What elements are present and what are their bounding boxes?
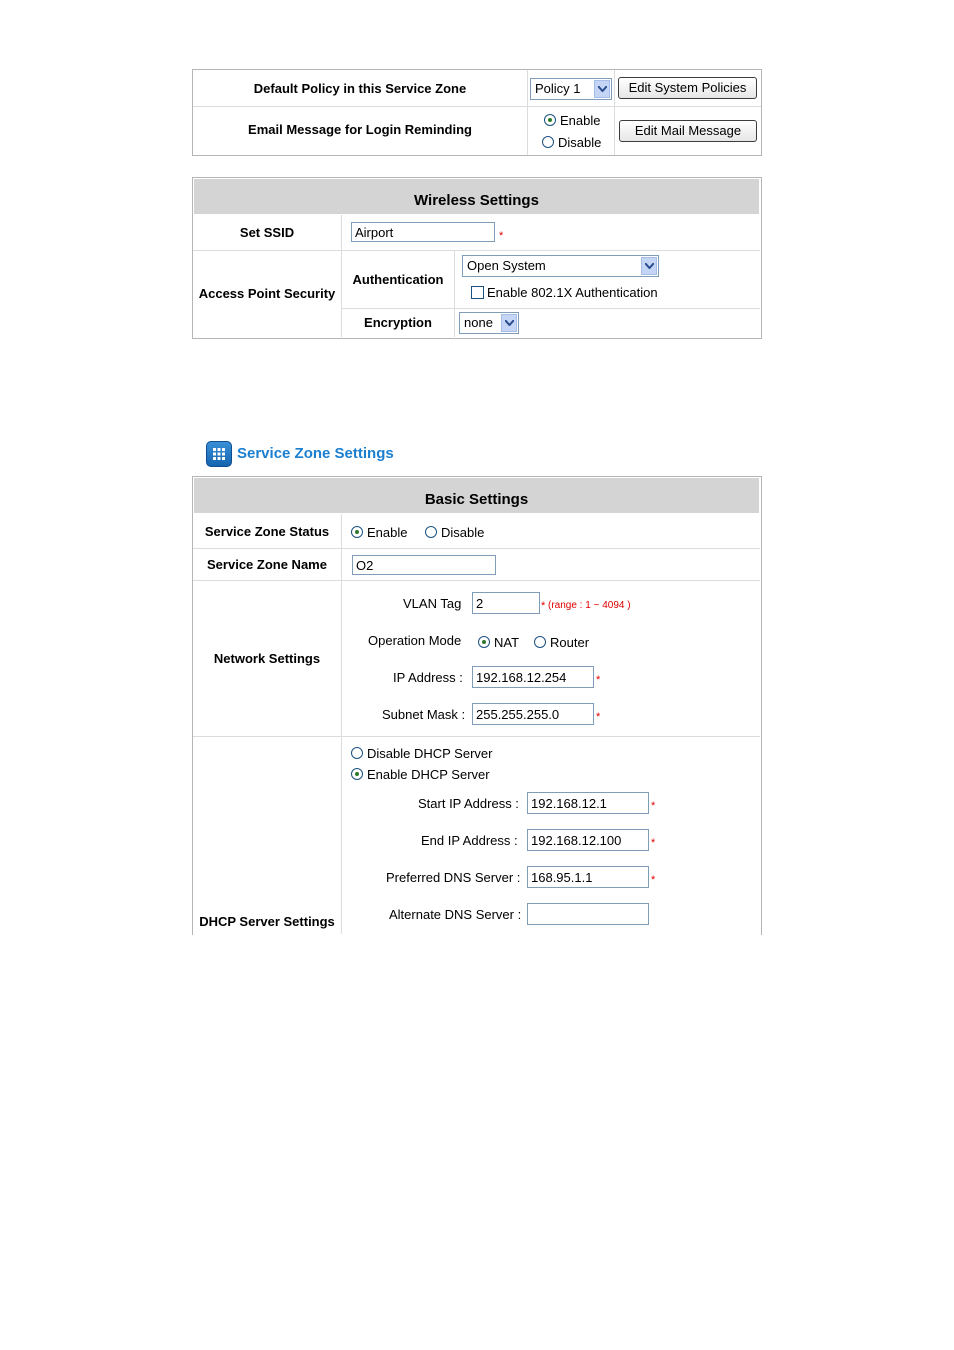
divider [193, 580, 760, 581]
email-enable-label: Enable [560, 113, 601, 128]
disable-dhcp-radio[interactable] [351, 747, 363, 759]
network-settings-label: Network Settings [213, 651, 321, 666]
wireless-settings-header: Wireless Settings [194, 179, 759, 214]
zone-status-disable-label: Disable [441, 525, 485, 540]
vlan-tag-input[interactable] [472, 592, 540, 614]
authentication-label: Authentication [352, 272, 444, 287]
encryption-label: Encryption [364, 315, 432, 330]
service-zone-icon [206, 441, 232, 467]
zone-status-enable-radio[interactable] [351, 526, 363, 538]
default-policy-label: Default Policy in this Service Zone [253, 81, 467, 96]
email-disable-radio[interactable] [542, 136, 554, 148]
preferred-dns-label: Preferred DNS Server : [386, 870, 521, 885]
required-mark: * [596, 674, 601, 686]
end-ip-label: End IP Address : [421, 833, 518, 848]
zone-name-input[interactable] [352, 555, 496, 575]
vlan-tag-label: VLAN Tag [403, 596, 462, 611]
disable-dhcp-label: Disable DHCP Server [367, 746, 493, 761]
email-enable-radio[interactable] [544, 114, 556, 126]
encryption-select[interactable]: none [459, 312, 519, 334]
operation-mode-nat-label: NAT [494, 635, 520, 650]
vlan-range-hint: (range : 1 ~ 4094 ) [548, 600, 631, 611]
section-title: Service Zone Settings [237, 445, 394, 462]
ip-address-input[interactable] [472, 666, 594, 688]
enable-dhcp-radio[interactable] [351, 768, 363, 780]
edit-mail-message-button[interactable]: Edit Mail Message [619, 120, 757, 142]
email-disable-label: Disable [558, 135, 602, 150]
divider [614, 70, 615, 155]
zone-status-disable-radio[interactable] [425, 526, 437, 538]
divider [527, 70, 528, 155]
operation-mode-nat-radio[interactable] [478, 636, 490, 648]
ip-address-label: IP Address : [393, 670, 463, 685]
required-mark: * [541, 600, 546, 612]
authentication-select-value: Open System [467, 258, 546, 273]
subnet-mask-label: Subnet Mask : [382, 707, 466, 722]
required-mark: * [596, 711, 601, 723]
divider [193, 736, 760, 737]
zone-status-enable-label: Enable [367, 525, 408, 540]
operation-mode-label: Operation Mode [368, 633, 462, 648]
policy-select-value: Policy 1 [535, 81, 581, 96]
required-mark: * [651, 837, 656, 849]
alternate-dns-input[interactable] [527, 903, 649, 925]
chevron-down-icon [501, 314, 517, 332]
zone-status-label: Service Zone Status [204, 524, 330, 539]
email-reminder-label: Email Message for Login Reminding [248, 122, 472, 137]
zone-name-label: Service Zone Name [207, 557, 327, 572]
encryption-select-value: none [464, 315, 493, 330]
chevron-down-icon [594, 80, 610, 98]
required-mark: * [499, 230, 504, 242]
enable-dhcp-label: Enable DHCP Server [367, 767, 490, 782]
divider [342, 308, 760, 309]
basic-settings-header: Basic Settings [194, 478, 759, 513]
required-mark: * [651, 800, 656, 812]
enable-8021x-label: Enable 802.1X Authentication [487, 285, 658, 300]
end-ip-input[interactable] [527, 829, 649, 851]
ap-security-label: Access Point Security [198, 286, 336, 301]
authentication-select[interactable]: Open System [462, 255, 659, 277]
divider [193, 548, 760, 549]
policy-select[interactable]: Policy 1 [530, 78, 612, 100]
ssid-input[interactable] [351, 222, 495, 242]
divider [193, 106, 761, 107]
ssid-label: Set SSID [239, 225, 295, 240]
operation-mode-router-radio[interactable] [534, 636, 546, 648]
dhcp-settings-label: DHCP Server Settings [199, 914, 335, 929]
required-mark: * [651, 874, 656, 886]
divider [341, 514, 342, 934]
operation-mode-router-label: Router [550, 635, 590, 650]
chevron-down-icon [641, 257, 657, 275]
alternate-dns-label: Alternate DNS Server : [389, 907, 522, 922]
start-ip-label: Start IP Address : [418, 796, 519, 811]
divider [193, 250, 760, 251]
edit-system-policies-button[interactable]: Edit System Policies [618, 77, 757, 99]
divider [454, 251, 455, 337]
subnet-mask-input[interactable] [472, 703, 594, 725]
preferred-dns-input[interactable] [527, 866, 649, 888]
start-ip-input[interactable] [527, 792, 649, 814]
enable-8021x-checkbox[interactable] [471, 286, 484, 299]
